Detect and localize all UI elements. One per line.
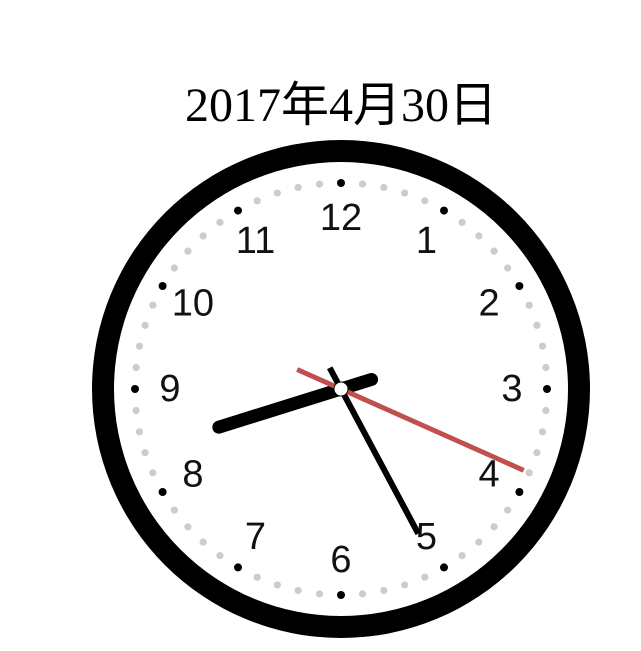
- minute-tick-dot: [199, 538, 207, 546]
- minute-tick-dot: [358, 590, 367, 598]
- hour-tick-dot: [440, 563, 448, 572]
- minute-tick-dot: [533, 449, 541, 457]
- hour-numeral: 8: [182, 454, 203, 496]
- hour-numeral: 2: [479, 283, 500, 325]
- minute-tick-dot: [170, 264, 178, 272]
- minute-tick-dot: [533, 321, 541, 329]
- minute-tick-dot: [253, 197, 261, 205]
- minute-tick-dot: [475, 232, 483, 240]
- minute-tick-dot: [490, 247, 498, 255]
- hour-numeral: 5: [416, 516, 437, 558]
- hour-numeral: 10: [172, 283, 214, 325]
- minute-tick-dot: [458, 218, 466, 226]
- minute-tick-dot: [504, 264, 512, 272]
- hour-numeral: 7: [245, 516, 266, 558]
- minute-tick-dot: [490, 523, 498, 531]
- hour-tick-dot: [337, 591, 345, 599]
- minute-tick-dot: [184, 523, 192, 531]
- minute-tick-dot: [253, 573, 261, 581]
- minute-tick-dot: [132, 363, 140, 372]
- minute-tick-dot: [199, 232, 207, 240]
- center-cap: [333, 381, 349, 397]
- minute-tick-dot: [421, 197, 429, 205]
- minute-tick-dot: [149, 469, 157, 477]
- minute-tick-dot: [401, 189, 409, 197]
- hour-tick-dot: [515, 282, 524, 290]
- minute-tick-dot: [315, 180, 324, 188]
- minute-tick-dot: [475, 538, 483, 546]
- minute-tick-dot: [380, 183, 388, 192]
- hour-tick-dot: [515, 488, 524, 496]
- minute-tick-dot: [135, 342, 144, 350]
- hour-numeral: 9: [159, 368, 180, 410]
- minute-tick-dot: [380, 586, 388, 595]
- minute-tick-dot: [294, 183, 302, 192]
- minute-tick-dot: [135, 428, 144, 436]
- minute-tick-dot: [358, 180, 367, 188]
- minute-tick-dot: [132, 406, 140, 415]
- minute-tick-dot: [538, 428, 547, 436]
- hour-tick-dot: [543, 385, 551, 393]
- minute-tick-dot: [184, 247, 192, 255]
- minute-tick-dot: [542, 363, 550, 372]
- hour-numeral: 1: [416, 220, 437, 262]
- hour-tick-dot: [158, 282, 167, 290]
- minute-tick-dot: [421, 573, 429, 581]
- minute-tick-dot: [149, 301, 157, 309]
- minute-tick-dot: [504, 506, 512, 514]
- minute-tick-dot: [294, 586, 302, 595]
- hour-tick-dot: [158, 488, 167, 496]
- minute-tick-dot: [525, 469, 533, 477]
- minute-tick-dot: [315, 590, 324, 598]
- analog-clock: 121234567891011: [92, 140, 590, 638]
- minute-tick-dot: [141, 449, 149, 457]
- hour-numeral: 6: [330, 539, 351, 581]
- hour-tick-dot: [337, 179, 345, 187]
- hour-tick-dot: [131, 385, 139, 393]
- hour-tick-dot: [234, 206, 242, 215]
- hour-numeral: 11: [236, 220, 275, 262]
- hour-numeral: 3: [501, 368, 522, 410]
- minute-tick-dot: [401, 581, 409, 589]
- minute-tick-dot: [216, 552, 224, 560]
- minute-tick-dot: [141, 321, 149, 329]
- minute-tick-dot: [170, 506, 178, 514]
- hour-tick-dot: [440, 206, 448, 215]
- minute-tick-dot: [458, 552, 466, 560]
- minute-tick-dot: [216, 218, 224, 226]
- minute-tick-dot: [525, 301, 533, 309]
- minute-tick-dot: [538, 342, 547, 350]
- minute-tick-dot: [542, 406, 550, 415]
- hour-numeral: 12: [320, 197, 362, 239]
- minute-tick-dot: [273, 189, 281, 197]
- minute-tick-dot: [273, 581, 281, 589]
- hour-tick-dot: [234, 563, 242, 572]
